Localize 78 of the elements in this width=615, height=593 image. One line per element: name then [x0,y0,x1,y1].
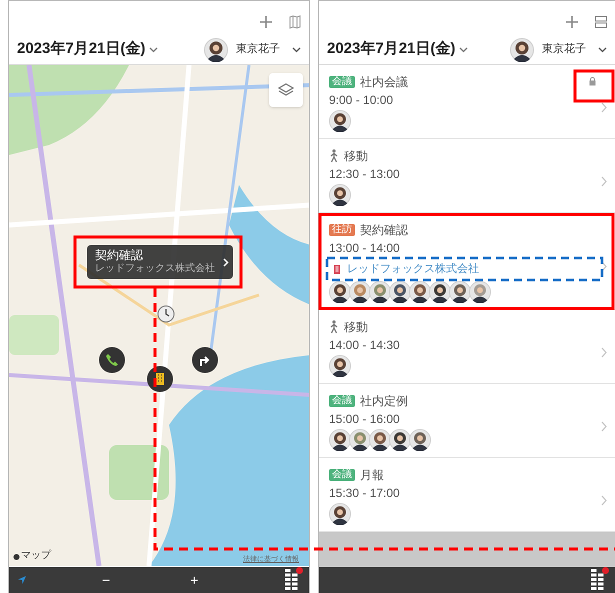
event-item[interactable]: 会議 社内会議 9:00 - 10:00 [319,65,615,139]
event-item[interactable]: 会議 社内定例 15:00 - 16:00 [319,384,615,458]
user-selector[interactable]: 東京花子 [204,38,301,62]
clock-pin-icon [157,305,175,323]
chevron-down-icon [598,46,607,52]
date-selector[interactable]: 2023年7月21日(金) [17,38,158,61]
event-time: 14:00 - 14:30 [329,337,401,354]
avatar [449,281,471,303]
add-icon[interactable] [565,15,579,29]
chevron-right-icon [601,346,607,358]
avatar [389,429,411,451]
event-item[interactable]: 往訪 契約確認 13:00 - 14:00 レッドフォックス株式会社 [319,213,615,310]
avatar [510,38,534,62]
user-selector[interactable]: 東京花子 [510,38,607,62]
avatar [349,429,371,451]
avatar [349,281,371,303]
event-title: 社内定例 [360,392,408,410]
event-title: 社内会議 [360,74,408,90]
event-time: 15:30 - 17:00 [329,485,401,502]
event-title: 月報 [360,466,384,484]
avatar [329,110,351,132]
grid-drawing [591,569,604,591]
zoom-out-button[interactable]: − [102,573,110,587]
category-tag: 往訪 [329,224,355,236]
event-time: 13:00 - 14:00 [329,240,401,257]
add-icon[interactable] [259,15,273,29]
event-item[interactable]: 移動 14:00 - 14:30 [319,310,615,384]
chevron-down-icon [459,46,468,52]
callout-title: 契約確認 [95,248,144,264]
category-tag: 会議 [329,394,355,406]
walking-icon [329,320,339,334]
list-view-icon[interactable] [595,16,607,28]
zoom-in-button[interactable]: + [190,573,198,587]
map-attribution: マップ [21,548,51,563]
event-time: 12:30 - 13:00 [329,166,401,183]
event-title: 契約確認 [360,222,408,238]
callout-subtitle: レッドフォックス株式会社 [95,263,216,276]
avatar [329,429,351,451]
avatar [329,184,351,206]
avatar [204,38,228,62]
event-time: 15:00 - 16:00 [329,411,401,428]
chevron-right-icon [601,102,607,112]
walking-icon [329,148,339,162]
event-title: 移動 [344,148,368,164]
event-time: 9:00 - 10:00 [329,92,394,109]
avatar [369,429,391,451]
avatar [469,281,491,303]
avatar [429,281,451,303]
chevron-right-icon [601,494,607,506]
avatar [409,281,431,303]
map-layers-button[interactable] [269,73,303,107]
date-selector[interactable]: 2023年7月21日(金) [327,38,468,61]
chevron-down-icon [292,46,301,52]
chevron-down-icon [149,46,158,52]
chevron-right-icon [601,261,607,272]
event-title: 移動 [344,318,368,336]
company-icon [333,264,341,274]
map-icon[interactable] [289,15,301,29]
grid-drawing [285,569,298,591]
grid-menu-icon[interactable] [591,569,607,591]
building-icon [153,372,167,386]
avatar [409,429,431,451]
avatar [369,281,391,303]
category-tag: 会議 [329,76,355,88]
avatar [329,281,351,303]
avatar [389,281,411,303]
avatar [329,355,351,377]
avatar [329,503,351,525]
chevron-right-icon [223,258,229,266]
location-arrow-icon[interactable] [17,575,27,585]
grid-menu-icon[interactable] [285,569,301,591]
chevron-right-icon [601,176,607,186]
category-tag: 会議 [329,468,355,480]
layers-icon [278,82,294,98]
chevron-right-icon [601,420,607,432]
event-item[interactable]: 移動 12:30 - 13:00 [319,139,615,213]
map-callout[interactable]: 契約確認 レッドフォックス株式会社 [87,245,233,279]
phone-icon [105,353,119,367]
